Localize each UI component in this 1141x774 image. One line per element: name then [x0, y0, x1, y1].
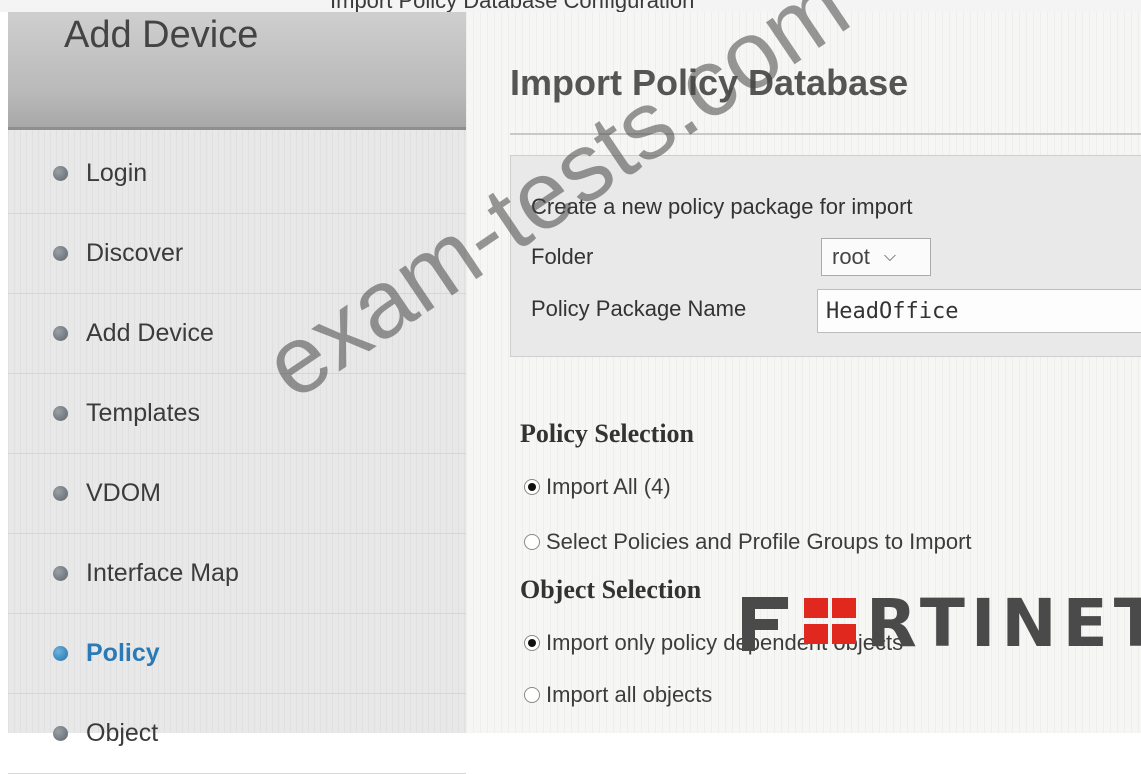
- logo-text: RTINET: [866, 585, 1141, 662]
- package-box-heading: Create a new policy package for import: [531, 194, 913, 219]
- wizard-sidebar: Add Device Login Discover Add Device Tem…: [8, 12, 466, 774]
- page-title: Import Policy Database: [510, 62, 909, 103]
- chevron-down-icon: ⌵: [883, 248, 897, 265]
- logo-red-blocks: [800, 597, 860, 650]
- step-discover[interactable]: Discover: [8, 214, 466, 294]
- radio-select-policies[interactable]: Select Policies and Profile Groups to Im…: [524, 529, 972, 555]
- fortinet-logo: RTINET: [742, 585, 1141, 662]
- step-bullet-icon: [53, 726, 68, 741]
- radio-label: Import All (4): [546, 474, 671, 499]
- radio-checked-icon: [524, 479, 540, 495]
- step-bullet-icon: [53, 166, 68, 181]
- logo-f-glyph: [742, 596, 790, 651]
- radio-label: Select Policies and Profile Groups to Im…: [546, 529, 972, 554]
- top-strip: Import Policy Database Configuration: [0, 0, 1141, 12]
- step-vdom[interactable]: VDOM: [8, 454, 466, 534]
- policy-package-box: Create a new policy package for import F…: [510, 155, 1141, 357]
- radio-checked-icon: [524, 635, 540, 651]
- step-interface-map[interactable]: Interface Map: [8, 534, 466, 614]
- step-bullet-icon: [53, 486, 68, 501]
- top-strip-text: Import Policy Database Configuration: [330, 0, 694, 12]
- radio-import-all[interactable]: Import All (4): [524, 474, 671, 500]
- step-policy[interactable]: Policy: [8, 614, 466, 694]
- step-login[interactable]: Login: [8, 134, 466, 214]
- step-label: VDOM: [86, 479, 161, 507]
- step-label: Interface Map: [86, 559, 239, 587]
- step-object[interactable]: Object: [8, 694, 466, 774]
- step-bullet-icon: [53, 246, 68, 261]
- radio-label: Import all objects: [546, 682, 713, 707]
- policy-selection-heading: Policy Selection: [520, 419, 695, 448]
- step-bullet-icon: [53, 326, 68, 341]
- wizard-step-list: Login Discover Add Device Templates VDOM…: [8, 134, 466, 774]
- title-divider: [510, 133, 1141, 135]
- folder-label: Folder: [531, 244, 594, 269]
- package-name-label: Policy Package Name: [531, 296, 747, 321]
- step-label: Login: [86, 159, 148, 187]
- object-selection-heading: Object Selection: [520, 575, 702, 604]
- step-bullet-icon: [53, 646, 68, 661]
- radio-unchecked-icon: [524, 534, 540, 550]
- step-bullet-icon: [53, 566, 68, 581]
- step-label: Add Device: [86, 319, 214, 347]
- folder-select[interactable]: root ⌵: [821, 238, 931, 276]
- step-add-device[interactable]: Add Device: [8, 294, 466, 374]
- radio-import-all-objects[interactable]: Import all objects: [524, 682, 712, 708]
- step-label: Templates: [86, 399, 200, 427]
- package-name-input[interactable]: [817, 289, 1141, 333]
- step-bullet-icon: [53, 406, 68, 421]
- sidebar-header: Add Device: [8, 12, 466, 130]
- step-label: Policy: [86, 639, 160, 667]
- radio-unchecked-icon: [524, 687, 540, 703]
- step-templates[interactable]: Templates: [8, 374, 466, 454]
- step-label: Object: [86, 719, 159, 747]
- sidebar-title: Add Device: [64, 14, 259, 56]
- step-label: Discover: [86, 239, 184, 267]
- folder-select-value: root: [832, 244, 870, 269]
